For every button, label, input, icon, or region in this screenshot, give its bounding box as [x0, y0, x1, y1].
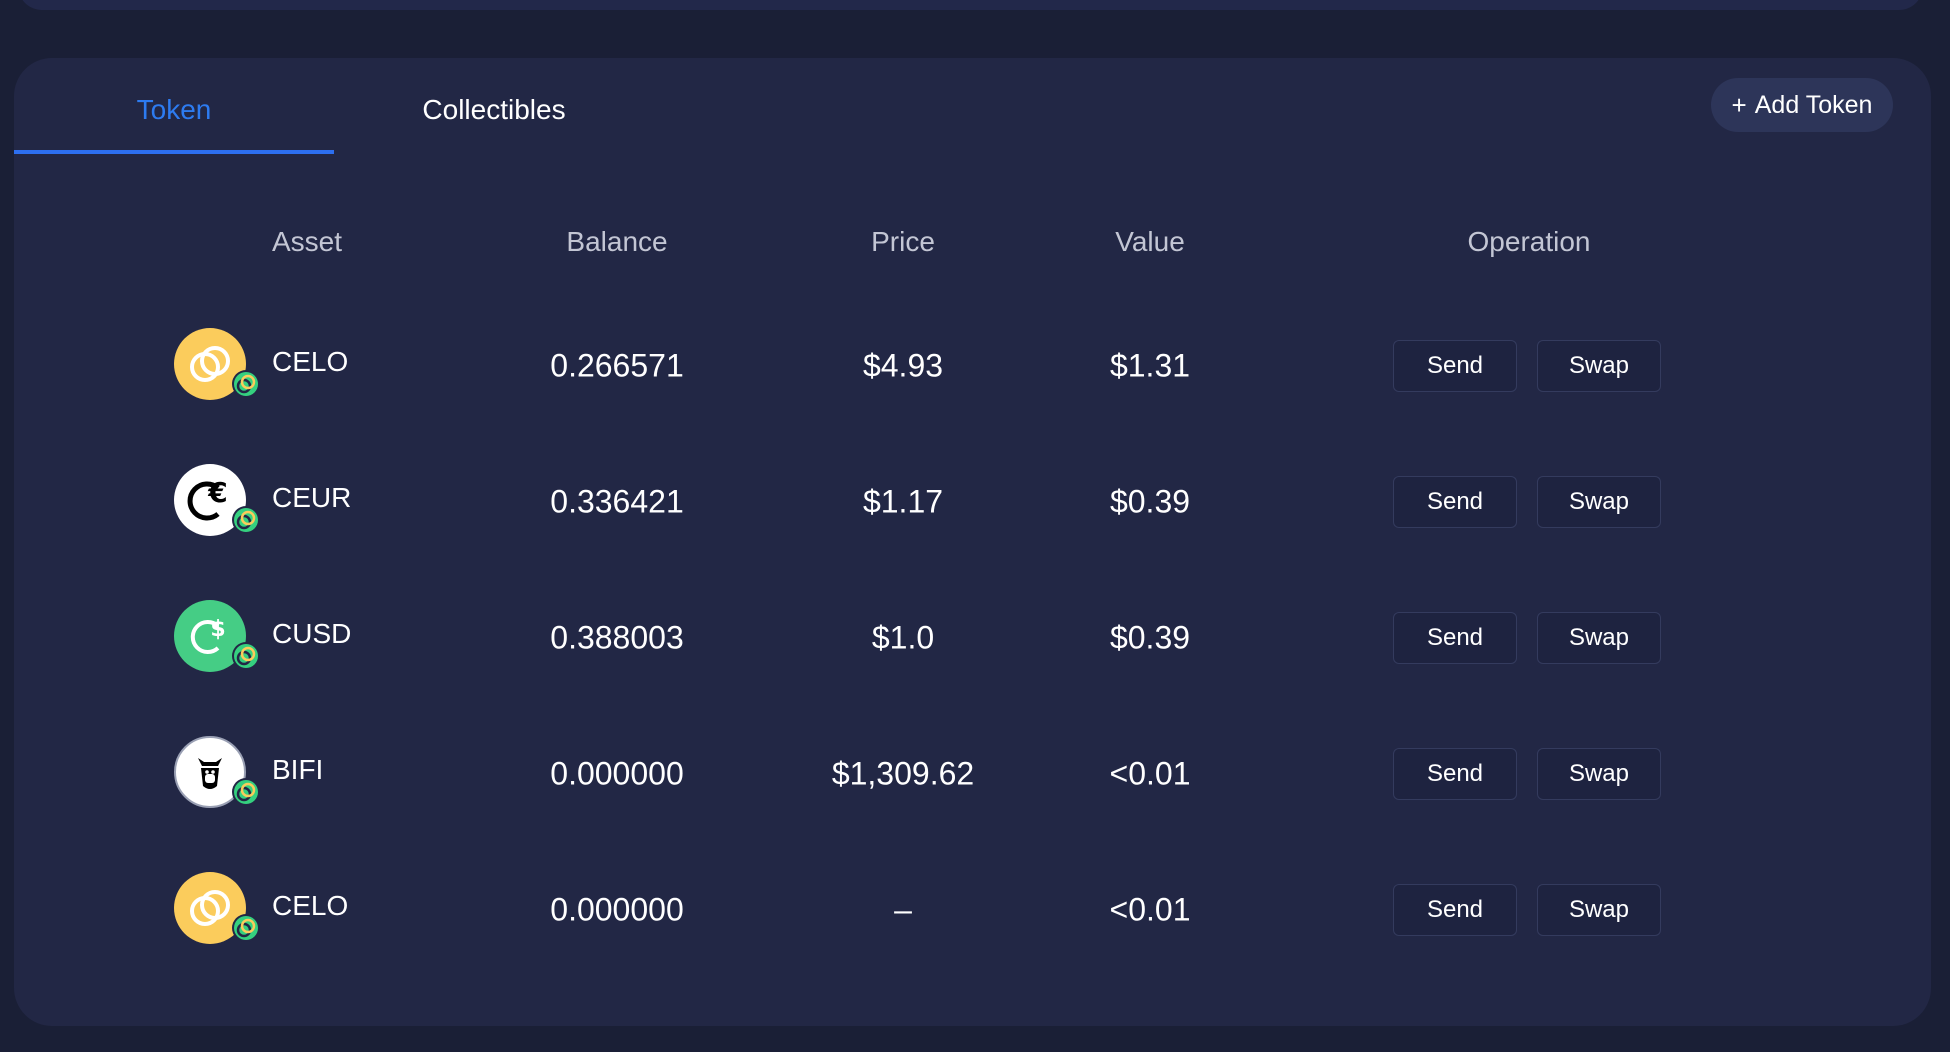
asset-symbol: CELO	[272, 890, 349, 921]
column-header-balance: Balance	[566, 226, 668, 257]
asset-symbol: CELO	[272, 346, 349, 377]
asset-cell: $ CUSD	[174, 600, 414, 676]
swap-button[interactable]: Swap	[1537, 612, 1661, 664]
tab-collectibles[interactable]: Collectibles	[334, 86, 654, 134]
add-token-label: Add Token	[1754, 90, 1873, 119]
asset-cell: CELO	[174, 872, 414, 948]
price-value: $1.0	[871, 619, 935, 656]
value-amount: $0.39	[1109, 483, 1191, 520]
value-amount: $1.31	[1109, 347, 1191, 384]
asset-cell: € CEUR	[174, 464, 414, 540]
token-panel: Token Collectibles + Add Token Asset Bal…	[14, 58, 1931, 1026]
table-row: $ CUSD 0.388003 $1.0 $0.39 Send Swap	[14, 588, 1931, 688]
asset-cell: CELO	[174, 328, 414, 404]
asset-symbol: BIFI	[272, 754, 324, 785]
column-header-value: Value	[1115, 226, 1185, 257]
asset-cell: BIFI	[174, 736, 414, 812]
add-token-button[interactable]: + Add Token	[1711, 78, 1893, 132]
top-card-edge	[18, 0, 1923, 10]
celo-chain-badge-icon	[232, 778, 260, 806]
column-header-price: Price	[871, 226, 935, 257]
active-tab-indicator	[14, 150, 334, 154]
table-header: Asset Balance Price Value Operation	[14, 226, 1931, 266]
send-button[interactable]: Send	[1393, 748, 1517, 800]
column-header-operation: Operation	[1467, 226, 1591, 257]
balance-value: 0.266571	[550, 347, 684, 384]
table-row: CELO 0.266571 $4.93 $1.31 Send Swap	[14, 316, 1931, 416]
celo-chain-badge-icon	[232, 506, 260, 534]
price-value: $4.93	[862, 347, 944, 384]
send-button[interactable]: Send	[1393, 476, 1517, 528]
svg-text:$: $	[210, 617, 225, 642]
price-value: $1.17	[862, 483, 944, 520]
price-value: –	[894, 891, 912, 928]
value-amount: <0.01	[1109, 755, 1191, 792]
balance-value: 0.388003	[550, 619, 684, 656]
celo-chain-badge-icon	[232, 642, 260, 670]
svg-text:€: €	[207, 476, 227, 509]
asset-symbol: CEUR	[272, 482, 352, 513]
value-amount: $0.39	[1109, 619, 1191, 656]
balance-value: 0.336421	[550, 483, 684, 520]
balance-value: 0.000000	[550, 891, 684, 928]
value-amount: <0.01	[1109, 891, 1191, 928]
send-button[interactable]: Send	[1393, 340, 1517, 392]
celo-chain-badge-icon	[232, 914, 260, 942]
price-value: $1,309.62	[831, 755, 975, 792]
table-row: BIFI 0.000000 $1,309.62 <0.01 Send Swap	[14, 724, 1931, 824]
send-button[interactable]: Send	[1393, 884, 1517, 936]
asset-symbol: CUSD	[272, 618, 352, 649]
table-row: CELO 0.000000 – <0.01 Send Swap	[14, 860, 1931, 960]
plus-icon: +	[1731, 90, 1747, 120]
swap-button[interactable]: Swap	[1537, 884, 1661, 936]
tab-token[interactable]: Token	[14, 86, 334, 134]
swap-button[interactable]: Swap	[1537, 748, 1661, 800]
table-row: € CEUR 0.336421 $1.17 $0.39 Send Swap	[14, 452, 1931, 552]
balance-value: 0.000000	[550, 755, 684, 792]
send-button[interactable]: Send	[1393, 612, 1517, 664]
tab-bar: Token Collectibles + Add Token	[14, 58, 1931, 154]
swap-button[interactable]: Swap	[1537, 476, 1661, 528]
swap-button[interactable]: Swap	[1537, 340, 1661, 392]
column-header-asset: Asset	[271, 226, 343, 257]
celo-chain-badge-icon	[232, 370, 260, 398]
